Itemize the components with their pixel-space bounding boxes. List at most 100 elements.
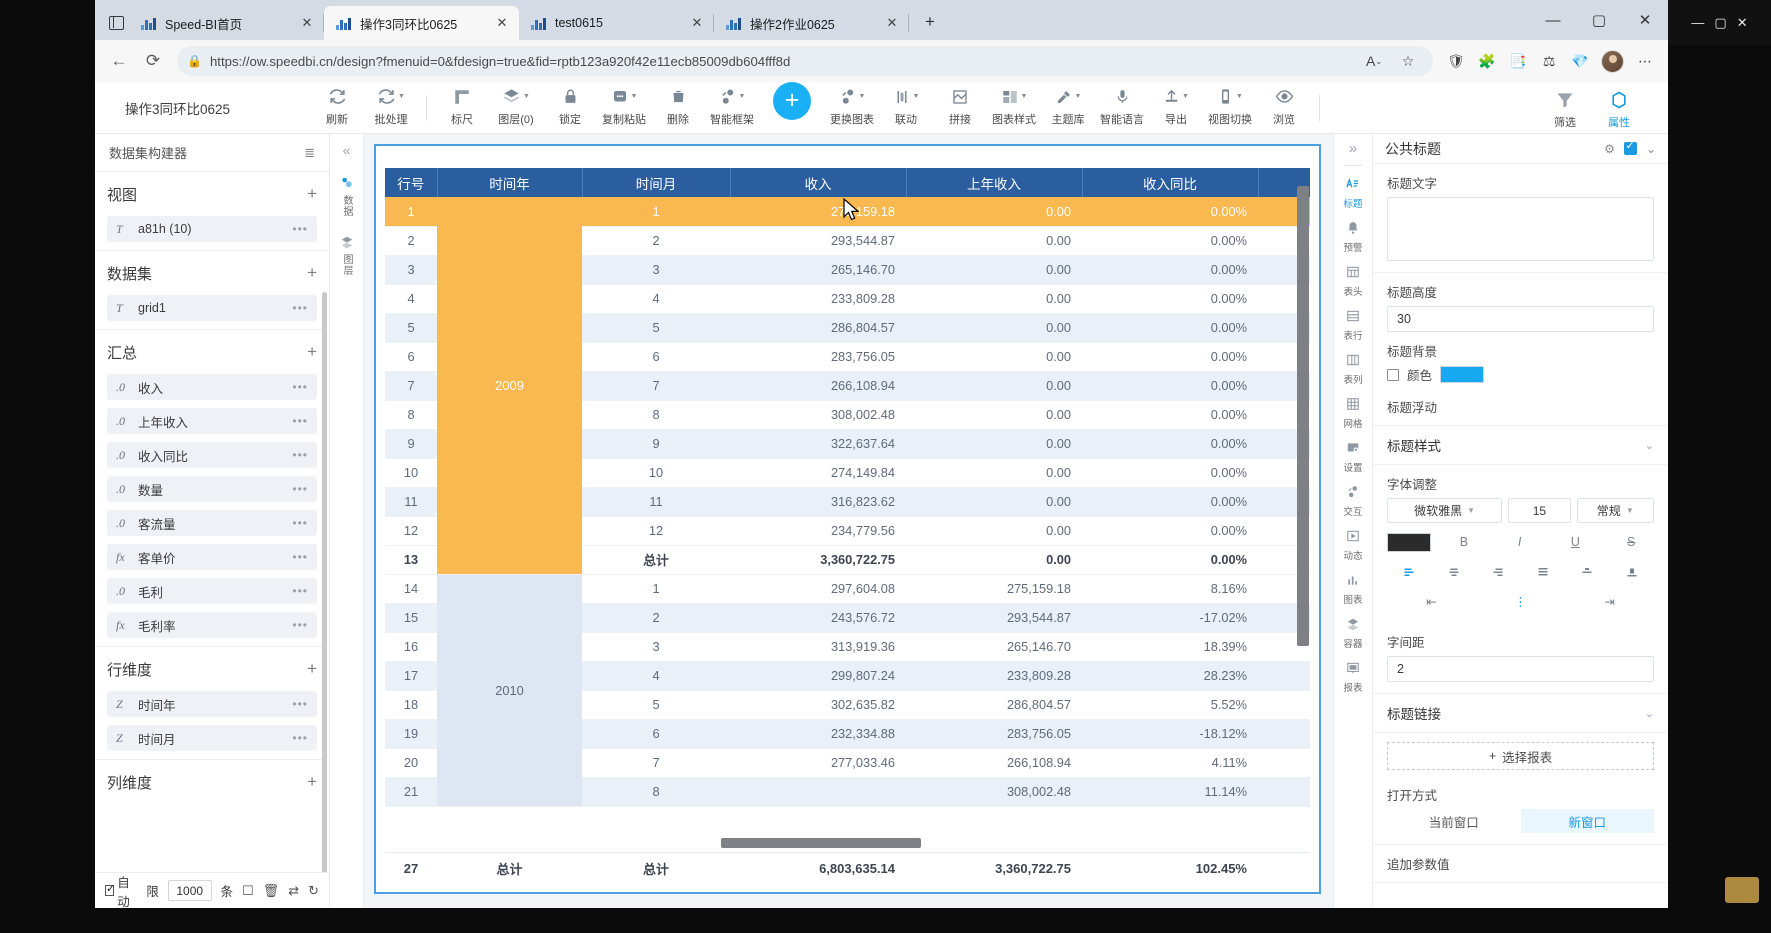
list-item[interactable]: .0收入•••	[107, 374, 317, 400]
toolbar-smart-frame[interactable]: ▼ 智能框架	[705, 82, 759, 127]
cell-month[interactable]: 3	[582, 632, 730, 661]
cell-income[interactable]: 299,807.24	[730, 661, 906, 690]
cell-month[interactable]: 6	[582, 342, 730, 371]
collections-icon[interactable]: 📑	[1503, 46, 1533, 76]
cell-yoy[interactable]: 0.00%	[1082, 255, 1258, 284]
font-color-swatch[interactable]	[1387, 533, 1431, 552]
cell-prev-income[interactable]: 0.00	[906, 313, 1082, 342]
check-icon[interactable]	[1624, 142, 1637, 155]
cell-prev-income[interactable]: 0.00	[906, 487, 1082, 516]
cell-prev-income[interactable]: 0.00	[906, 400, 1082, 429]
rail-item-chart[interactable]: 图表	[1343, 573, 1362, 606]
table-row[interactable]: 1420101297,604.08275,159.188.16%	[385, 574, 1310, 603]
favorites-bar-icon[interactable]: ⚖	[1534, 46, 1564, 76]
os-maximize-button[interactable]: ▢	[1714, 15, 1726, 31]
cell-month[interactable]: 8	[582, 400, 730, 429]
cell-month[interactable]: 总计	[582, 545, 730, 574]
left-panel-scrollbar[interactable]	[322, 292, 327, 872]
bold-button[interactable]: B	[1441, 531, 1487, 553]
font-family-select[interactable]: 微软雅黑 ▼	[1387, 498, 1502, 523]
grid-vertical-scrollbar[interactable]	[1297, 186, 1309, 646]
chevron-down-icon[interactable]: ▼	[1021, 93, 1028, 100]
rail-item-layer[interactable]: 图层	[339, 235, 354, 276]
cell-month[interactable]: 3	[582, 255, 730, 284]
cell-prev-income[interactable]: 265,146.70	[906, 632, 1082, 661]
collapse-panel-button[interactable]: «	[343, 142, 351, 158]
list-item[interactable]: .0收入同比•••	[107, 442, 317, 468]
cell-income[interactable]	[730, 777, 906, 806]
cell-income[interactable]: 265,146.70	[730, 255, 906, 284]
cell-month[interactable]: 5	[582, 313, 730, 342]
settings-more-icon[interactable]: ⋯	[1630, 46, 1660, 76]
align-center-icon[interactable]	[1432, 561, 1477, 583]
toolbar-copy-paste[interactable]: ▼ 复制粘贴	[597, 82, 651, 127]
browser-tab-1[interactable]: 操作3同环比0625 ✕	[324, 6, 519, 40]
cell-income[interactable]: 322,637.64	[730, 429, 906, 458]
os-minimize-button[interactable]: —	[1691, 15, 1704, 30]
cell-yoy[interactable]: 0.00%	[1082, 342, 1258, 371]
cell-rownum[interactable]: 4	[385, 284, 437, 313]
shield-icon[interactable]: 🛡	[1441, 46, 1471, 76]
cell-month[interactable]: 7	[582, 748, 730, 777]
cell-prev-income[interactable]: 266,108.94	[906, 748, 1082, 777]
more-options-icon[interactable]: •••	[292, 584, 308, 598]
rail-item-animation[interactable]: 动态	[1343, 529, 1362, 562]
font-weight-select[interactable]: 常规 ▼	[1577, 498, 1654, 523]
italic-button[interactable]: I	[1497, 531, 1543, 553]
cell-prev-income[interactable]: 293,544.87	[906, 603, 1082, 632]
tab-close-button[interactable]: ✕	[296, 12, 318, 34]
add-row-dim-button[interactable]: +	[307, 659, 317, 679]
cell-blank[interactable]	[1258, 661, 1310, 690]
cell-yoy[interactable]: 18.39%	[1082, 632, 1258, 661]
toolbar-batch[interactable]: ▼ 批处理	[364, 82, 418, 127]
col-header-year[interactable]: 时间年	[437, 168, 582, 197]
align-right-icon[interactable]	[1476, 561, 1521, 583]
toolbar-smart-voice[interactable]: 智能语言	[1095, 82, 1149, 127]
cell-prev-income[interactable]: 308,002.48	[906, 777, 1082, 806]
cell-income[interactable]: 286,804.57	[730, 313, 906, 342]
tab-close-button[interactable]: ✕	[686, 12, 708, 34]
cell-prev-income[interactable]: 275,159.18	[906, 574, 1082, 603]
list-collapse-icon[interactable]: ≣	[304, 145, 315, 161]
list-item[interactable]: T a81h (10) •••	[107, 216, 317, 242]
rail-item-title[interactable]: 标题	[1343, 176, 1362, 210]
omnibox[interactable]: 🔒 https://ow.speedbi.cn/design?fmenuid=0…	[177, 46, 1433, 76]
title-bg-checkbox[interactable]	[1387, 369, 1399, 381]
font-size-select[interactable]: 15	[1508, 498, 1570, 523]
cell-rownum[interactable]: 13	[385, 545, 437, 574]
cell-income[interactable]: 233,809.28	[730, 284, 906, 313]
browser-tab-3[interactable]: 操作2作业0625 ✕	[714, 6, 909, 40]
edit-square-icon[interactable]: ☐	[242, 883, 254, 899]
cell-yoy[interactable]: 8.16%	[1082, 574, 1258, 603]
cell-income[interactable]: 274,149.84	[730, 458, 906, 487]
site-info-lock-icon[interactable]: 🔒	[187, 54, 202, 68]
cell-rownum[interactable]: 6	[385, 342, 437, 371]
chevron-down-icon[interactable]: ▼	[1236, 93, 1243, 100]
cell-rownum[interactable]: 8	[385, 400, 437, 429]
cell-prev-income[interactable]: 0.00	[906, 545, 1082, 574]
cell-income[interactable]: 308,002.48	[730, 400, 906, 429]
cell-month[interactable]: 11	[582, 487, 730, 516]
more-options-icon[interactable]: •••	[292, 482, 308, 496]
cell-month[interactable]: 2	[582, 226, 730, 255]
title-text-input[interactable]	[1387, 197, 1654, 261]
rail-item-data[interactable]: 数据	[339, 176, 354, 217]
cell-income[interactable]: 283,756.05	[730, 342, 906, 371]
more-options-icon[interactable]: •••	[292, 448, 308, 462]
rail-item-table-col[interactable]: 表列	[1343, 353, 1362, 386]
cell-blank[interactable]	[1258, 777, 1310, 806]
cell-month[interactable]: 6	[582, 719, 730, 748]
rail-item-interaction[interactable]: 交互	[1343, 485, 1362, 518]
more-options-icon[interactable]: •••	[292, 380, 308, 394]
cell-rownum[interactable]: 12	[385, 516, 437, 545]
more-options-icon[interactable]: •••	[292, 222, 308, 236]
cell-rownum[interactable]: 10	[385, 458, 437, 487]
cell-yoy[interactable]: 0.00%	[1082, 313, 1258, 342]
cell-income[interactable]: 234,779.56	[730, 516, 906, 545]
cell-month[interactable]: 4	[582, 284, 730, 313]
cell-yoy[interactable]: 0.00%	[1082, 400, 1258, 429]
chevron-down-icon[interactable]: ⌄	[1645, 439, 1654, 452]
refresh-icon[interactable]: ↻	[308, 883, 319, 899]
cell-year[interactable]: 2009	[437, 197, 582, 574]
auto-checkbox[interactable]: 自动	[105, 872, 137, 910]
